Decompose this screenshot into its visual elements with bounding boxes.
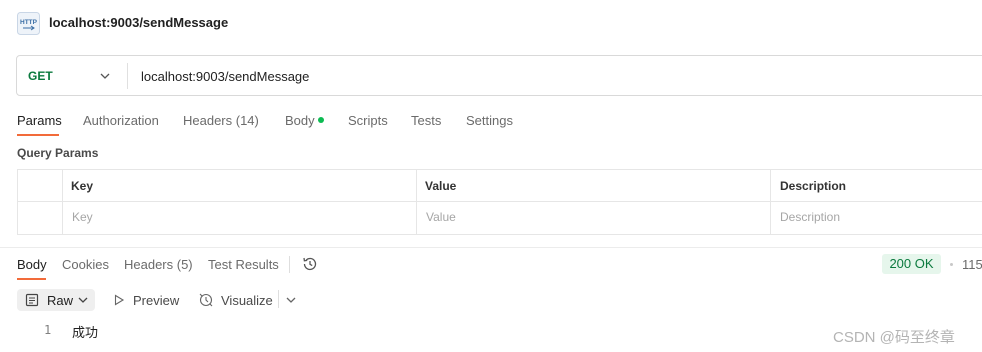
chevron-down-icon[interactable] xyxy=(98,70,112,82)
request-title[interactable]: localhost:9003/sendMessage xyxy=(49,15,228,30)
active-tab-indicator xyxy=(17,134,59,136)
play-icon xyxy=(114,294,125,306)
chevron-down-icon[interactable] xyxy=(285,295,297,305)
table-row-divider xyxy=(17,201,982,202)
value-input[interactable]: Value xyxy=(426,210,456,224)
column-header-key: Key xyxy=(71,179,94,193)
line-number: 1 xyxy=(44,323,52,337)
tab-headers[interactable]: Headers (14) xyxy=(183,113,259,128)
key-input[interactable]: Key xyxy=(72,210,93,224)
tab-test-results[interactable]: Test Results xyxy=(208,257,279,272)
query-params-label: Query Params xyxy=(17,146,99,160)
pane-divider[interactable] xyxy=(0,247,982,248)
watermark: CSDN @码至终章 xyxy=(833,329,955,346)
preview-button[interactable]: Preview xyxy=(133,293,179,308)
tab-tests[interactable]: Tests xyxy=(411,113,441,128)
chevron-down-icon[interactable] xyxy=(77,295,89,305)
status-badge: 200 OK xyxy=(882,254,941,274)
svg-text:HTTP: HTTP xyxy=(20,19,38,26)
response-body-line: 成功 xyxy=(72,325,99,340)
url-divider xyxy=(127,63,128,89)
visualize-icon xyxy=(199,293,213,307)
description-input[interactable]: Description xyxy=(780,210,840,224)
tab-response-headers[interactable]: Headers (5) xyxy=(124,257,193,272)
url-input[interactable]: localhost:9003/sendMessage xyxy=(141,69,309,84)
tab-body[interactable]: Body xyxy=(285,113,315,128)
table-col-divider xyxy=(770,169,771,235)
http-icon: HTTP xyxy=(17,12,40,35)
tab-cookies[interactable]: Cookies xyxy=(62,257,109,272)
toolbar-divider xyxy=(289,256,290,273)
tab-params[interactable]: Params xyxy=(17,113,62,128)
tab-scripts[interactable]: Scripts xyxy=(348,113,388,128)
raw-format-icon xyxy=(25,293,39,307)
visualize-button[interactable]: Visualize xyxy=(221,293,273,308)
tab-authorization[interactable]: Authorization xyxy=(83,113,159,128)
column-header-value: Value xyxy=(425,179,457,193)
column-header-description: Description xyxy=(780,179,847,193)
active-tab-indicator xyxy=(17,278,46,280)
table-col-divider xyxy=(62,169,63,235)
format-label: Raw xyxy=(47,293,74,308)
toolbar-divider xyxy=(278,290,279,308)
method-select[interactable]: GET xyxy=(28,69,53,83)
history-icon[interactable] xyxy=(301,255,319,273)
tab-response-body[interactable]: Body xyxy=(17,257,47,272)
tab-settings[interactable]: Settings xyxy=(466,113,513,128)
body-indicator-dot xyxy=(318,117,324,123)
response-time: 115 xyxy=(962,257,982,272)
status-separator-dot xyxy=(950,263,953,266)
table-col-divider xyxy=(416,169,417,235)
